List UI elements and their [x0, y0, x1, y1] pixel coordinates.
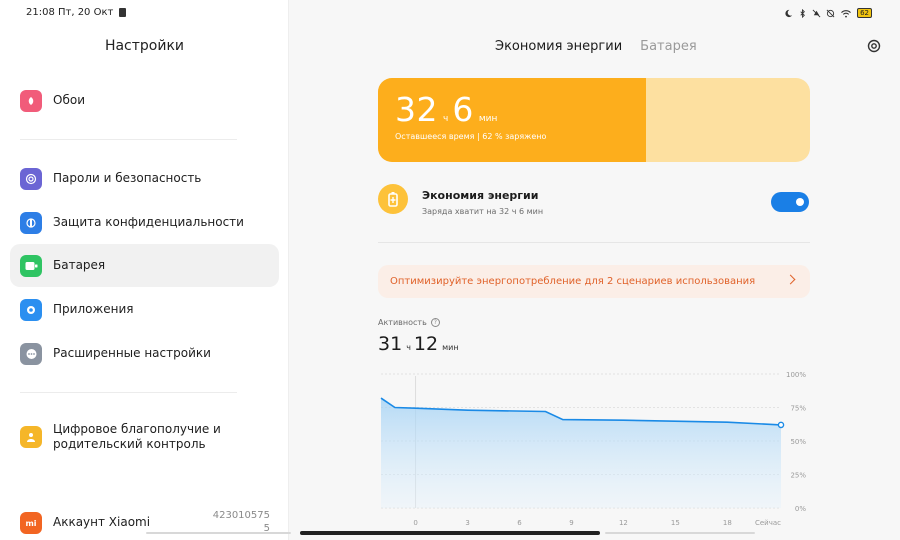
status-time-date: 21:08 Пт, 20 Окт — [26, 7, 114, 18]
sidebar-item-advanced[interactable]: Расширенные настройки — [10, 332, 279, 375]
sidebar-item-label: Приложения — [53, 302, 134, 316]
wifi-icon — [841, 9, 851, 18]
scroll-indicator-right — [605, 532, 755, 534]
remaining-time: 32 ч 6 мин — [395, 90, 501, 129]
home-indicator-bar[interactable] — [300, 531, 600, 535]
mute-icon — [812, 9, 821, 17]
y-tick-label: 25% — [790, 472, 806, 480]
activity-hours: 31 — [378, 333, 403, 355]
sidebar-item-label: Аккаунт Xiaomi — [53, 515, 151, 529]
chevron-right-icon — [785, 274, 796, 285]
sidebar-divider — [20, 139, 237, 140]
build-number-line1: 423010575 — [212, 510, 270, 521]
main-panel: 62 Экономия энергии Батарея 32 ч 6 мин О… — [290, 0, 900, 540]
sidebar-item-wellbeing[interactable]: Цифровое благополучие и родительский кон… — [10, 414, 279, 460]
y-tick-label: 0% — [795, 505, 806, 513]
mi-icon: mi — [20, 511, 42, 534]
x-tick-label: 9 — [569, 519, 573, 527]
x-tick-label: 18 — [723, 519, 732, 527]
x-tick-label: 15 — [671, 519, 680, 527]
section-divider — [378, 242, 810, 243]
remaining-subtitle: Оставшееся время | 62 % заряжено — [395, 132, 547, 141]
settings-gear-icon[interactable] — [866, 38, 882, 54]
y-tick-label: 75% — [790, 405, 806, 413]
activity-header: Активность ? — [378, 318, 440, 327]
battery-area-fill — [381, 398, 781, 508]
x-tick-label: Сейчас — [755, 519, 781, 527]
moon-icon — [785, 9, 793, 17]
sidebar-title: Настройки — [104, 38, 185, 54]
power-saver-icon — [378, 184, 408, 214]
sidebar-item-apps[interactable]: Приложения — [10, 288, 279, 331]
status-bar-right: 62 — [784, 8, 872, 18]
activity-minutes: 12 — [413, 333, 439, 355]
apps-gear-icon — [20, 298, 42, 321]
sidebar-item-label: Обои — [53, 93, 85, 107]
sidebar-item-wallpaper[interactable]: Обои — [10, 79, 279, 122]
svg-text:mi: mi — [25, 519, 36, 528]
x-tick-label: 3 — [465, 519, 469, 527]
toggle-knob — [796, 198, 804, 206]
battery-icon — [20, 254, 42, 277]
battery-remaining-card: 32 ч 6 мин Оставшееся время | 62 % заряж… — [378, 78, 810, 162]
battery-level-chart: 100% 75% 50% 25% 0% 0 3 6 9 12 15 18 Сейчас — [380, 371, 806, 527]
x-tick-label: 0 — [413, 519, 417, 527]
remaining-minutes: 6 — [452, 90, 474, 129]
more-dots-icon — [20, 342, 42, 365]
privacy-icon — [20, 211, 42, 234]
minutes-unit: мин — [478, 114, 498, 124]
sidebar-item-label: Цифровое благополучие и родительский кон… — [53, 422, 221, 451]
fingerprint-icon — [20, 167, 42, 190]
help-icon[interactable]: ? — [430, 318, 440, 327]
wellbeing-icon — [20, 426, 42, 448]
activity-hours-unit: ч — [406, 343, 411, 352]
current-level-point — [777, 421, 785, 429]
sidebar-item-label: Защита конфиденциальности — [53, 215, 244, 229]
sidebar-item-battery[interactable]: Батарея — [10, 244, 279, 287]
activity-minutes-unit: мин — [442, 343, 459, 352]
alarm-off-icon — [826, 9, 835, 17]
activity-time: 31 ч 12 мин — [378, 333, 462, 355]
sd-card-icon — [119, 8, 127, 17]
hours-unit: ч — [443, 114, 449, 124]
sidebar-divider — [20, 392, 237, 393]
optimize-banner-text: Оптимизируйте энергопотребление для 2 сц… — [390, 276, 756, 287]
remaining-hours: 32 — [395, 90, 438, 129]
sidebar-item-label: Пароли и безопасность — [53, 171, 202, 185]
optimize-banner[interactable]: Оптимизируйте энергопотребление для 2 сц… — [378, 265, 810, 298]
sidebar-item-label: Батарея — [53, 258, 106, 272]
x-tick-label: 6 — [517, 519, 522, 527]
sidebar-item-privacy[interactable]: Защита конфиденциальности — [10, 201, 279, 244]
status-bar-left: 21:08 Пт, 20 Окт — [26, 7, 127, 18]
power-saver-title: Экономия энергии — [422, 189, 539, 202]
power-saver-row[interactable]: Экономия энергии Заряда хватит на 32 ч 6… — [378, 184, 810, 220]
tab-bar: Экономия энергии Батарея — [495, 39, 697, 54]
bluetooth-icon — [800, 8, 806, 18]
x-tick-label: 12 — [619, 519, 628, 527]
power-saver-toggle[interactable] — [771, 192, 809, 212]
power-saver-subtitle: Заряда хватит на 32 ч 6 мин — [422, 207, 544, 216]
wallpaper-icon — [20, 89, 42, 112]
y-tick-label: 50% — [790, 438, 806, 446]
tab-battery[interactable]: Батарея — [640, 39, 697, 54]
battery-level-badge: 62 — [857, 8, 872, 18]
y-tick-label: 100% — [786, 371, 806, 379]
activity-label: Активность — [378, 318, 427, 327]
sidebar-item-passwords[interactable]: Пароли и безопасность — [10, 157, 279, 200]
sidebar-item-label: Расширенные настройки — [53, 346, 211, 360]
tab-power-saving[interactable]: Экономия энергии — [495, 39, 622, 54]
scroll-indicator-left — [146, 532, 291, 534]
sidebar: 21:08 Пт, 20 Окт Настройки Обои Пароли и… — [0, 0, 289, 540]
